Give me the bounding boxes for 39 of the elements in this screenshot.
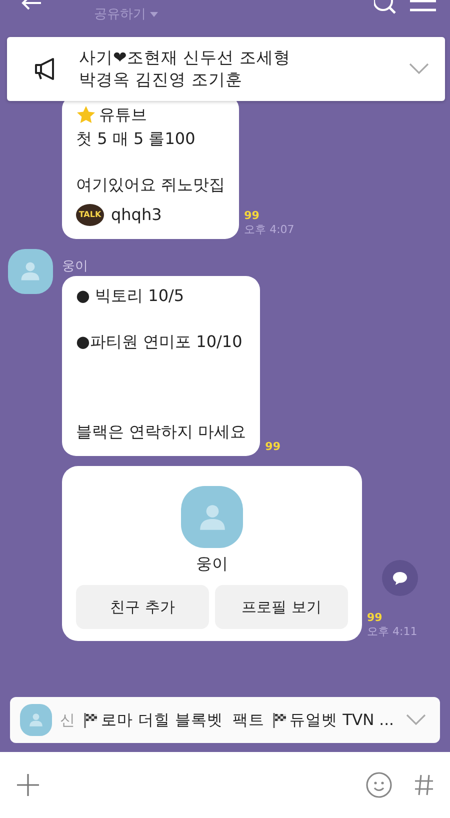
person-icon — [19, 260, 42, 283]
unread-count: 99 — [367, 611, 384, 625]
speech-bubble-icon — [392, 570, 408, 586]
emoji-icon[interactable] — [366, 772, 392, 798]
search-icon[interactable] — [374, 0, 398, 14]
profile-action-button[interactable]: 친구 추가 — [76, 585, 209, 629]
unread-count: 99 — [265, 440, 280, 454]
chat-bubble-button[interactable] — [382, 560, 418, 596]
caret-icon — [150, 12, 158, 16]
notice-text: 박경옥 김진영 조기훈 — [79, 69, 244, 91]
message-text: 여기있어요 쥐노맛집 — [76, 174, 226, 196]
notice-banner[interactable]: 사기❤조현재 신두선 조세형 박경옥 김진영 조기훈 — [7, 37, 445, 101]
message-text: qhqh3 — [111, 204, 162, 226]
preview-text: 로마 더힐 블록벳 팩트 — [101, 710, 266, 730]
star-icon — [76, 105, 96, 125]
person-icon — [28, 712, 44, 728]
message-text: ● 빅토리 10/5 — [76, 285, 186, 307]
message-text: ●파티원 연미포 10/10 — [76, 331, 244, 353]
chevron-down-icon[interactable] — [409, 63, 429, 75]
sender-name: 웅이 — [62, 258, 88, 276]
message-time: 오후 4:11 — [367, 625, 418, 639]
profile-action-button[interactable]: 프로필 보기 — [215, 585, 348, 629]
checkered-flag-icon — [83, 712, 99, 728]
talk-icon: TALK — [76, 204, 104, 226]
menu-icon[interactable] — [410, 0, 436, 12]
message-time: 오후 4:07 — [244, 223, 294, 237]
sender-avatar[interactable] — [8, 249, 53, 294]
checkered-flag-icon — [272, 712, 288, 728]
plus-icon[interactable] — [16, 773, 40, 797]
preview-text: 듀얼벳 TVN ... — [290, 710, 394, 730]
message-preview-banner[interactable]: 신 로마 더힐 블록벳 팩트 듀얼벳 TVN ... — [10, 697, 440, 743]
message-text: 첫 5 매 5 롤100 — [76, 128, 196, 150]
notice-text: 사기❤조현재 신두선 조세형 — [79, 47, 292, 69]
unread-count: 99 — [244, 209, 260, 223]
preview-sender: 신 — [60, 710, 75, 730]
profile-name: 웅이 — [196, 554, 228, 575]
message-text: 유튜브 — [76, 103, 226, 127]
hashtag-icon[interactable] — [414, 774, 434, 796]
message-text: 블랙은 연락하지 마세요 — [76, 421, 246, 443]
